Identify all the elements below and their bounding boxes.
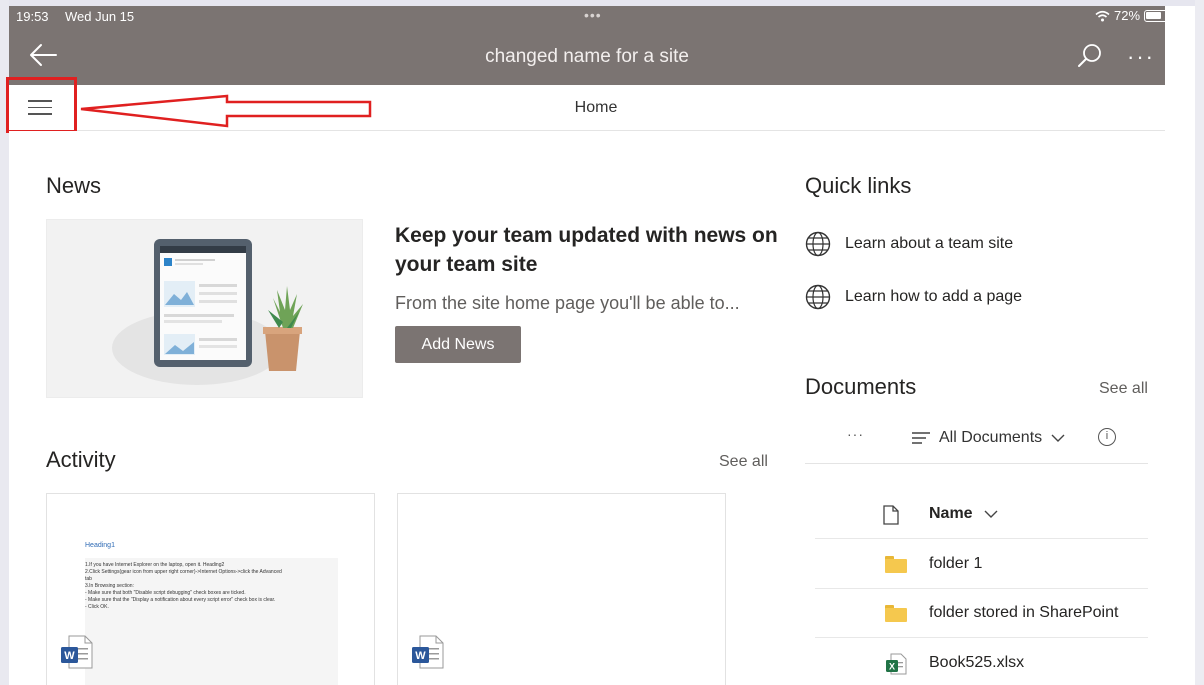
chevron-down-icon	[1051, 434, 1065, 442]
search-button[interactable]	[1074, 41, 1106, 73]
svg-text:X: X	[889, 662, 895, 672]
document-name: Book525.xlsx	[929, 654, 1025, 671]
activity-card[interactable]: W	[397, 493, 726, 685]
view-selector-label: All Documents	[939, 429, 1043, 446]
document-row[interactable]: folder stored in SharePoint	[815, 589, 1148, 638]
documents-toolbar: ··· All Documents i	[805, 416, 1148, 464]
view-lines-icon	[912, 432, 930, 444]
svg-text:W: W	[64, 650, 75, 662]
search-icon	[1078, 44, 1101, 67]
excel-icon: X	[886, 653, 907, 675]
multitask-dots[interactable]: •••	[584, 7, 602, 23]
status-time: 19:53	[16, 9, 49, 24]
title-bar: 19:53 Wed Jun 15 ••• 72% changed name fo…	[9, 6, 1174, 85]
documents-column-header: Name	[815, 490, 1148, 539]
quick-link-team-site[interactable]: Learn about a team site	[805, 231, 1013, 257]
globe-icon	[805, 231, 831, 257]
status-date: Wed Jun 15	[65, 9, 135, 24]
tablet-plant-illustration	[112, 239, 303, 385]
news-illustration	[46, 219, 363, 398]
quick-link-label: Learn about a team site	[845, 235, 1014, 252]
preview-line: 3.In Browsing section:	[85, 583, 134, 589]
battery-percent: 72%	[1114, 8, 1141, 23]
status-right: 72%	[1095, 8, 1174, 23]
documents-see-all-link[interactable]: See all	[1099, 380, 1148, 398]
globe-icon	[805, 284, 831, 310]
window-right-edge	[1195, 0, 1204, 685]
preview-line: tab	[85, 576, 92, 582]
preview-line: - Make sure that the "Display a notifica…	[85, 597, 276, 603]
document-preview: Heading1 1.If you have Internet Explorer…	[85, 542, 338, 685]
document-row[interactable]: folder 1	[815, 540, 1148, 589]
preview-line: - Make sure that both "Disable script de…	[85, 590, 246, 596]
activity-see-all-link[interactable]: See all	[719, 453, 768, 471]
documents-more-button[interactable]: ···	[847, 426, 864, 442]
document-name: folder stored in SharePoint	[929, 604, 1119, 621]
quick-link-label: Learn how to add a page	[845, 288, 1023, 305]
news-headline: Keep your team updated with news on your…	[395, 224, 778, 276]
annotation-arrow	[80, 94, 372, 128]
activity-card[interactable]: Heading1 1.If you have Internet Explorer…	[46, 493, 375, 685]
page-content: News Keep your team updated with news on…	[9, 131, 1195, 685]
word-icon: W	[412, 635, 444, 669]
name-column-header[interactable]: Name	[929, 505, 973, 523]
preview-line: 2.Click Settings(gear icon from upper ri…	[85, 569, 282, 575]
chevron-down-icon[interactable]	[983, 509, 999, 519]
quick-links-heading: Quick links	[805, 173, 912, 198]
document-name: folder 1	[929, 555, 983, 572]
file-type-header-icon	[883, 505, 899, 525]
app-window: 19:53 Wed Jun 15 ••• 72% changed name fo…	[0, 0, 1204, 685]
folder-icon	[885, 556, 907, 573]
page-title: changed name for a site	[485, 46, 689, 67]
news-heading: News	[46, 173, 102, 198]
info-icon[interactable]: i	[1098, 428, 1116, 446]
more-options-button[interactable]: ···	[1127, 44, 1163, 69]
preview-line: - Click OK.	[85, 604, 109, 610]
wifi-icon	[1095, 10, 1110, 21]
preview-line: 1.If you have Internet Explorer on the l…	[85, 562, 225, 568]
activity-heading: Activity	[46, 447, 116, 472]
documents-heading: Documents	[805, 374, 917, 399]
annotation-highlight-box	[6, 77, 77, 133]
svg-text:W: W	[415, 650, 426, 662]
word-icon: W	[61, 635, 93, 669]
document-row[interactable]: X Book525.xlsx	[815, 639, 1148, 685]
folder-icon	[885, 605, 907, 622]
preview-heading: Heading1	[85, 542, 115, 549]
news-description: From the site home page you'll be able t…	[395, 293, 740, 313]
battery-icon	[1144, 9, 1174, 22]
view-selector[interactable]: All Documents	[911, 429, 1066, 447]
quick-link-add-page[interactable]: Learn how to add a page	[805, 284, 1022, 310]
add-news-button[interactable]: Add News	[395, 326, 521, 363]
